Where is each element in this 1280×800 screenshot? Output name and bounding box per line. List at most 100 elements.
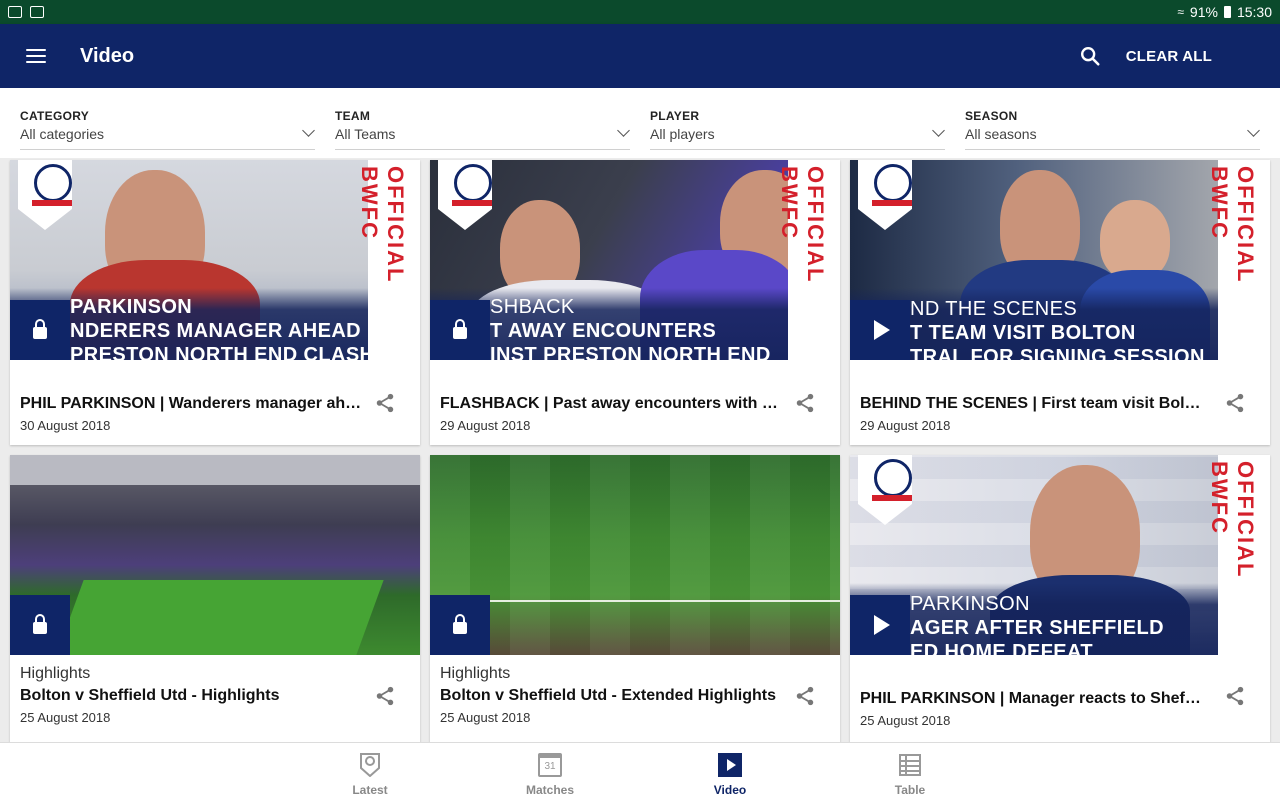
thumbnail-caption: NDERERS MANAGER AHEAD — [70, 320, 362, 342]
video-thumbnail[interactable] — [10, 455, 420, 655]
video-card[interactable]: SHBACK T AWAY ENCOUNTERS INST PRESTON NO… — [430, 160, 840, 445]
video-card[interactable]: Highlights Bolton v Sheffield Utd - High… — [10, 455, 420, 745]
clock: 15:30 — [1236, 4, 1272, 20]
filter-label: PLAYER — [650, 109, 700, 123]
share-icon[interactable] — [794, 685, 816, 707]
video-date: 25 August 2018 — [440, 710, 531, 725]
sync-notification-icon — [30, 6, 44, 18]
video-title: PHIL PARKINSON | Wanderers manager ahead… — [20, 395, 365, 412]
thumbnail-caption: T AWAY ENCOUNTERS — [490, 320, 717, 342]
locked-badge — [430, 300, 490, 360]
nav-tab-video[interactable]: Video — [670, 743, 790, 800]
video-title: Bolton v Sheffield Utd - Extended Highli… — [440, 687, 776, 704]
image-notification-icon — [8, 6, 22, 18]
thumbnail-caption: ND THE SCENES — [910, 298, 1078, 320]
video-title: PHIL PARKINSON | Manager reacts to Sheff… — [860, 690, 1205, 707]
video-category: Highlights — [440, 665, 511, 682]
filter-value: All players — [650, 126, 715, 142]
app-bar: Video CLEAR ALL — [0, 24, 1280, 88]
video-thumbnail[interactable]: PARKINSON AGER AFTER SHEFFIELD ED HOME D… — [850, 455, 1270, 655]
video-category: Highlights — [20, 665, 91, 682]
nav-tab-latest[interactable]: Latest — [310, 743, 430, 800]
video-title: BEHIND THE SCENES | First team visit Bol… — [860, 395, 1205, 412]
menu-button[interactable] — [0, 24, 72, 88]
team-dropdown[interactable]: TEAM All Teams — [335, 88, 630, 150]
thumbnail-caption: PARKINSON — [70, 296, 193, 318]
filter-bar: CATEGORY All categories TEAM All Teams P… — [0, 88, 1280, 158]
play-badge[interactable] — [850, 595, 910, 655]
battery-icon — [1223, 6, 1231, 18]
official-bwfc-label: OFFICIAL BWFC — [777, 166, 828, 284]
player-dropdown[interactable]: PLAYER All players — [650, 88, 945, 150]
search-icon — [1080, 47, 1100, 66]
battery-level: 91% — [1189, 4, 1218, 20]
locked-badge — [10, 595, 70, 655]
lock-icon — [33, 319, 47, 339]
filter-value: All seasons — [965, 126, 1037, 142]
play-badge[interactable] — [850, 300, 910, 360]
video-date: 29 August 2018 — [860, 418, 951, 433]
lock-icon — [33, 614, 47, 634]
video-date: 30 August 2018 — [20, 418, 111, 433]
search-button[interactable] — [1066, 32, 1114, 80]
video-thumbnail[interactable]: SHBACK T AWAY ENCOUNTERS INST PRESTON NO… — [430, 160, 840, 360]
filter-value: All categories — [20, 126, 105, 142]
official-bwfc-label: OFFICIAL BWFC — [1207, 166, 1258, 284]
nav-tab-table[interactable]: Table — [850, 743, 970, 800]
play-icon — [874, 615, 890, 635]
thumbnail-caption: PARKINSON — [910, 593, 1030, 615]
share-icon[interactable] — [1224, 392, 1246, 414]
video-title: FLASHBACK | Past away encounters with Pr… — [440, 395, 785, 412]
wifi-icon: ≈ — [1177, 5, 1184, 19]
thumbnail-caption: TRAL FOR SIGNING SESSION — [910, 346, 1205, 360]
filter-label: TEAM — [335, 109, 371, 123]
status-bar: ≈ 91% 15:30 — [0, 0, 1280, 24]
video-date: 29 August 2018 — [440, 418, 531, 433]
video-card[interactable]: PARKINSON NDERERS MANAGER AHEAD PRESTON … — [10, 160, 420, 445]
thumbnail-caption: ED HOME DEFEAT — [910, 641, 1094, 655]
thumbnail-caption: SHBACK — [490, 296, 575, 318]
video-card[interactable]: ND THE SCENES T TEAM VISIT BOLTON TRAL F… — [850, 160, 1270, 445]
thumbnail-caption: T TEAM VISIT BOLTON — [910, 322, 1136, 344]
calendar-icon: 31 — [538, 753, 562, 777]
category-dropdown[interactable]: CATEGORY All categories — [20, 88, 315, 150]
official-bwfc-label: OFFICIAL BWFC — [357, 166, 408, 284]
club-crest-icon — [18, 160, 72, 230]
nav-label: Latest — [352, 783, 388, 797]
club-crest-icon — [438, 160, 492, 230]
nav-label: Matches — [525, 783, 575, 797]
nav-tab-matches[interactable]: 31 Matches — [490, 743, 610, 800]
club-crest-icon — [858, 160, 912, 230]
video-grid: PARKINSON NDERERS MANAGER AHEAD PRESTON … — [10, 160, 1270, 745]
clear-all-button[interactable]: CLEAR ALL — [1126, 48, 1212, 65]
filter-label: SEASON — [965, 109, 1018, 123]
filter-label: CATEGORY — [20, 109, 90, 123]
thumbnail-caption: PRESTON NORTH END CLASH — [70, 344, 375, 360]
video-card[interactable]: PARKINSON AGER AFTER SHEFFIELD ED HOME D… — [850, 455, 1270, 745]
video-date: 25 August 2018 — [20, 710, 111, 725]
video-card[interactable]: Highlights Bolton v Sheffield Utd - Exte… — [430, 455, 840, 745]
thumbnail-caption: INST PRESTON NORTH END — [490, 344, 771, 360]
play-icon — [718, 753, 742, 777]
share-icon[interactable] — [794, 392, 816, 414]
share-icon[interactable] — [374, 392, 396, 414]
locked-badge — [430, 595, 490, 655]
video-thumbnail[interactable] — [430, 455, 840, 655]
video-thumbnail[interactable]: PARKINSON NDERERS MANAGER AHEAD PRESTON … — [10, 160, 420, 360]
locked-badge — [10, 300, 70, 360]
nav-label: Video — [713, 783, 747, 797]
nav-label: Table — [894, 783, 926, 797]
filter-value: All Teams — [335, 126, 396, 142]
video-thumbnail[interactable]: ND THE SCENES T TEAM VISIT BOLTON TRAL F… — [850, 160, 1270, 360]
play-icon — [874, 320, 890, 340]
table-icon — [898, 753, 922, 777]
lock-icon — [453, 614, 467, 634]
hamburger-icon — [26, 49, 46, 63]
crest-icon — [358, 753, 382, 777]
season-dropdown[interactable]: SEASON All seasons — [965, 88, 1260, 150]
video-date: 25 August 2018 — [860, 713, 951, 728]
bottom-navigation: Latest 31 Matches Video Table — [0, 742, 1280, 800]
thumbnail-caption: AGER AFTER SHEFFIELD — [910, 617, 1164, 639]
share-icon[interactable] — [374, 685, 396, 707]
share-icon[interactable] — [1224, 685, 1246, 707]
